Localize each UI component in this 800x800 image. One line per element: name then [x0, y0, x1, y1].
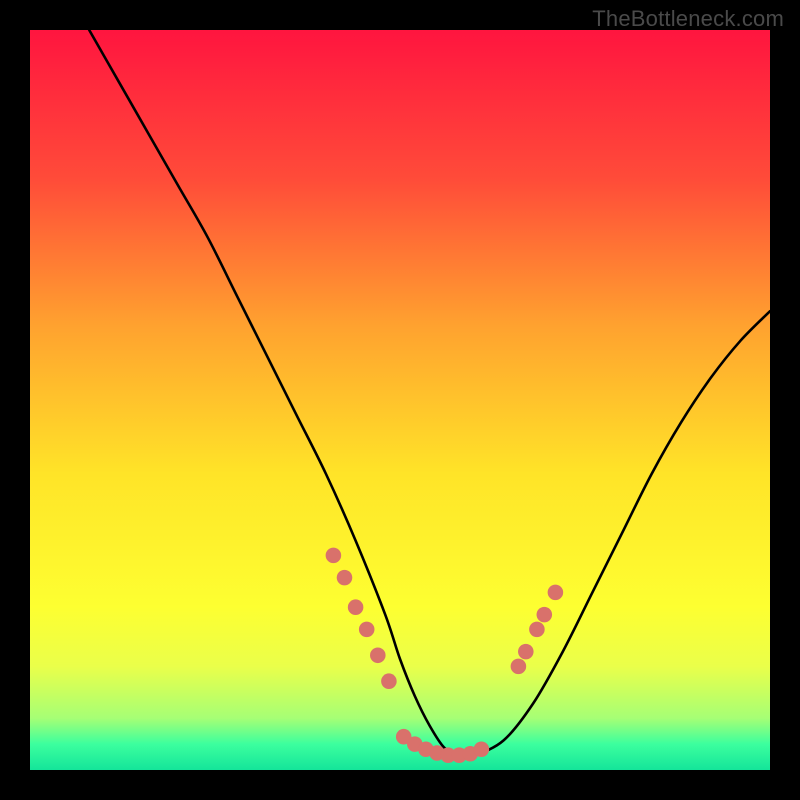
data-marker — [337, 570, 353, 586]
data-marker — [348, 599, 364, 615]
chart-svg — [30, 30, 770, 770]
plot-area — [30, 30, 770, 770]
data-marker — [518, 644, 534, 660]
data-marker — [548, 585, 564, 601]
chart-frame: { "watermark": "TheBottleneck.com", "col… — [0, 0, 800, 800]
data-marker — [370, 648, 386, 664]
marker-group — [326, 548, 564, 763]
watermark-text: TheBottleneck.com — [592, 6, 784, 32]
bottleneck-curve — [89, 30, 770, 757]
data-marker — [537, 607, 553, 623]
data-marker — [529, 622, 545, 638]
data-marker — [359, 622, 375, 638]
data-marker — [381, 673, 397, 689]
data-marker — [474, 742, 490, 758]
data-marker — [511, 659, 527, 675]
data-marker — [326, 548, 342, 564]
